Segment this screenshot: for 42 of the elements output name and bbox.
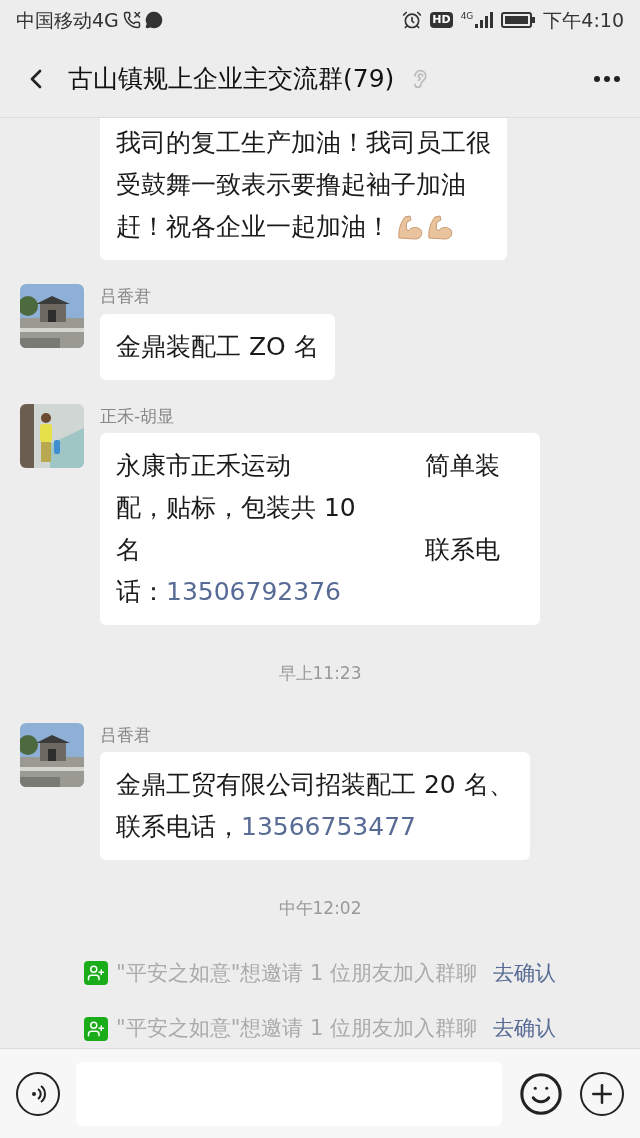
sender-name: 正禾-胡显: [100, 404, 176, 428]
message-text: 联系电话，13566753477: [116, 811, 416, 843]
message-text: 受鼓舞一致表示要撸起袖子加油: [116, 169, 466, 201]
signal-icon: [475, 12, 494, 28]
more-button[interactable]: [594, 75, 620, 82]
message-text: 金鼎装配工 ZO 名: [116, 330, 319, 363]
hd-badge: HD: [430, 11, 453, 29]
message-text: 名: [116, 534, 141, 566]
chat-title: 古山镇规上企业主交流群(79): [68, 62, 395, 95]
clock-time: 下午4:10: [543, 7, 624, 33]
message-text: 赶！祝各企业一起加油！: [116, 211, 391, 243]
message-text: 永康市正禾运动: [116, 450, 291, 482]
message-text: 联系电: [425, 534, 501, 566]
phone-link[interactable]: 13506792376: [166, 577, 341, 606]
voice-button[interactable]: [16, 1071, 60, 1116]
timestamp: 早上11:23: [278, 662, 362, 685]
message-text: 简单装: [425, 450, 501, 482]
system-notice: "平安之如意"想邀请 1 位朋友加入群聊: [116, 959, 477, 987]
missed-call-icon: [122, 11, 141, 29]
add-friend-icon: [84, 1016, 108, 1041]
plus-button[interactable]: [580, 1071, 624, 1116]
message-text: 话：13506792376: [116, 576, 341, 608]
confirm-link[interactable]: 去确认: [493, 1013, 556, 1045]
sender-name: 吕香君: [100, 723, 152, 747]
battery-icon: [501, 12, 536, 28]
flexed-arm-icon: [425, 212, 455, 242]
message-text: 配，贴标，包装共 10: [116, 492, 356, 524]
timestamp: 中午12:02: [278, 897, 362, 920]
message-text: 我司的复工生产加油！我司员工很: [116, 127, 491, 159]
message-icon: [144, 11, 163, 29]
add-friend-icon: [84, 961, 108, 986]
flexed-arm-icon: [395, 212, 425, 242]
sender-name: 吕香君: [100, 285, 152, 308]
system-notice: "平安之如意"想邀请 1 位朋友加入群聊: [116, 1015, 477, 1042]
carrier-text: 中国移动4G: [16, 7, 119, 33]
network-type: 4G: [460, 12, 474, 21]
message-text: 金鼎工贸有限公司招装配工 20 名、: [116, 769, 514, 801]
alarm-icon: [402, 10, 423, 30]
phone-link[interactable]: 13566753477: [241, 812, 416, 841]
emoji-button[interactable]: [518, 1070, 564, 1117]
more-icon: [594, 75, 620, 82]
confirm-link[interactable]: 去确认: [493, 957, 556, 989]
